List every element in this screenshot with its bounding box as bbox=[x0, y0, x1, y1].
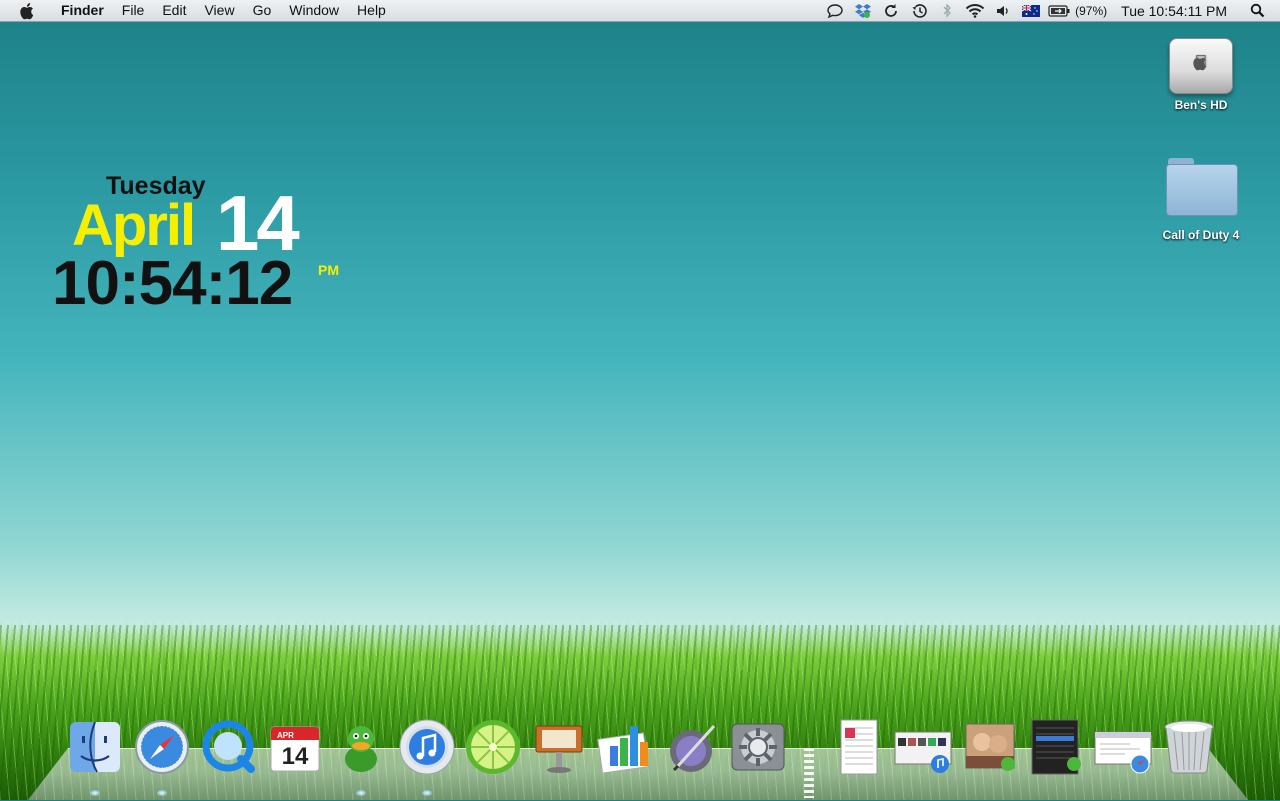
apple-icon[interactable] bbox=[18, 1, 38, 21]
script-editor-icon bbox=[670, 724, 716, 772]
dropbox-icon[interactable] bbox=[852, 0, 874, 21]
dock-item-safari-window[interactable] bbox=[1094, 718, 1152, 776]
desktop-icon-bens-hd[interactable]:  Ben's HD bbox=[1146, 38, 1256, 112]
dock-item-document-stack[interactable] bbox=[829, 718, 887, 776]
menu-view[interactable]: View bbox=[195, 0, 243, 21]
ical-icon: APR 14 bbox=[270, 726, 320, 772]
dock-item-ical[interactable]: APR 14 bbox=[266, 718, 324, 776]
australia-flag-icon[interactable] bbox=[1020, 0, 1042, 21]
dock-item-itunes-window[interactable] bbox=[894, 718, 952, 776]
menubar-clock[interactable]: Tue 10:54:11 PM bbox=[1121, 3, 1227, 19]
trash-icon bbox=[1164, 720, 1214, 774]
clock-widget: Tuesday April 14 10:54:12 PM bbox=[52, 172, 362, 322]
keynote-icon bbox=[535, 725, 583, 773]
running-indicator bbox=[356, 790, 366, 796]
volume-icon[interactable] bbox=[992, 0, 1014, 21]
folder-icon bbox=[1166, 158, 1238, 216]
battery-icon[interactable] bbox=[1048, 0, 1070, 21]
adium-window-icon bbox=[1031, 719, 1081, 775]
ical-day-label: 14 bbox=[282, 743, 309, 770]
dock-item-script-editor[interactable] bbox=[664, 718, 722, 776]
spotlight-icon[interactable] bbox=[1246, 0, 1268, 21]
wallpaper-grass-tips bbox=[0, 620, 1280, 670]
quicktime-icon bbox=[202, 720, 255, 773]
dock-item-finder[interactable] bbox=[66, 718, 124, 776]
dock-divider[interactable] bbox=[804, 748, 814, 798]
running-indicator bbox=[157, 790, 167, 796]
system-preferences-icon bbox=[731, 723, 785, 771]
safari-window-icon bbox=[1094, 731, 1152, 774]
dock-item-quicktime[interactable] bbox=[200, 718, 258, 776]
itunes-window-icon bbox=[894, 731, 952, 773]
menu-bar: Finder File Edit View Go Window Help (97… bbox=[0, 0, 1280, 22]
dock-item-limewire[interactable] bbox=[464, 718, 522, 776]
time-machine-icon[interactable] bbox=[908, 0, 930, 21]
menu-go[interactable]: Go bbox=[244, 0, 281, 21]
dock-item-numbers[interactable] bbox=[596, 718, 654, 776]
dock-item-safari[interactable] bbox=[133, 718, 191, 776]
photo-window-icon bbox=[965, 723, 1015, 771]
dock-item-itunes[interactable] bbox=[398, 718, 456, 776]
dock-item-adium-window[interactable] bbox=[1028, 718, 1086, 776]
limewire-icon bbox=[466, 720, 520, 774]
running-indicator bbox=[90, 790, 100, 796]
menu-window[interactable]: Window bbox=[280, 0, 348, 21]
dock-item-photo-window[interactable] bbox=[962, 718, 1020, 776]
desktop-icon-label: Call of Duty 4 bbox=[1162, 228, 1240, 242]
document-stack-icon bbox=[840, 719, 878, 775]
widget-time: 10:54:12 bbox=[52, 249, 293, 318]
menu-help[interactable]: Help bbox=[348, 0, 395, 21]
widget-ampm: PM bbox=[318, 262, 339, 278]
sync-icon[interactable] bbox=[880, 0, 902, 21]
dock-item-trash[interactable] bbox=[1160, 718, 1218, 776]
ical-month-label: APR bbox=[277, 731, 294, 740]
wifi-icon[interactable] bbox=[964, 0, 986, 21]
numbers-icon bbox=[597, 726, 649, 774]
menu-finder[interactable]: Finder bbox=[52, 0, 113, 21]
bluetooth-icon[interactable] bbox=[936, 0, 958, 21]
menu-edit[interactable]: Edit bbox=[153, 0, 195, 21]
chat-bubble-icon[interactable] bbox=[824, 0, 846, 21]
finder-icon bbox=[70, 721, 120, 773]
desktop-icon-label: Ben's HD bbox=[1174, 98, 1228, 112]
adium-icon bbox=[345, 726, 377, 772]
itunes-icon bbox=[399, 719, 455, 775]
battery-percentage[interactable]: (97%) bbox=[1075, 4, 1107, 18]
dock-item-system-preferences[interactable] bbox=[729, 718, 787, 776]
menu-file[interactable]: File bbox=[113, 0, 154, 21]
running-indicator bbox=[422, 790, 432, 796]
hard-drive-icon:  bbox=[1169, 38, 1233, 94]
desktop-icon-call-of-duty-4[interactable]: Call of Duty 4 bbox=[1146, 158, 1256, 242]
dock-item-keynote[interactable] bbox=[530, 718, 588, 776]
dock-item-adium[interactable] bbox=[332, 718, 390, 776]
safari-icon bbox=[135, 720, 189, 774]
